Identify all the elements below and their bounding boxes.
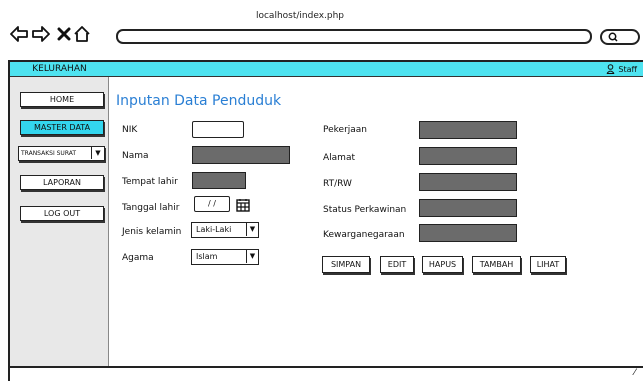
user-label: Staff <box>618 64 637 74</box>
tanggal-lahir-label: Tanggal lahir <box>122 203 180 213</box>
simpan-button[interactable]: SIMPAN <box>322 256 370 273</box>
tempat-lahir-field[interactable] <box>192 172 246 189</box>
alamat-field[interactable] <box>419 147 517 165</box>
sidebar-item-transaksi-surat[interactable]: TRANSAKSI SURAT ▼ <box>18 146 105 161</box>
sidebar-title: KELURAHAN <box>10 62 109 77</box>
status-perkawinan-field[interactable] <box>419 199 517 217</box>
sidebar-item-master-data[interactable]: MASTER DATA <box>20 120 104 135</box>
tanggal-lahir-field[interactable]: / / <box>194 196 230 212</box>
alamat-label: Alamat <box>323 153 355 163</box>
user-icon <box>606 64 615 74</box>
kewarganegaraan-label: Kewarganegaraan <box>323 230 405 240</box>
rtrw-field[interactable] <box>419 173 517 191</box>
nik-label: NIK <box>122 125 138 135</box>
nama-label: Nama <box>122 151 149 161</box>
sidebar-item-home[interactable]: HOME <box>20 92 104 107</box>
rtrw-label: RT/RW <box>323 179 352 189</box>
agama-value: Islam <box>196 252 218 261</box>
agama-select[interactable]: Islam ▼ <box>191 249 259 265</box>
tempat-lahir-label: Tempat lahir <box>122 177 178 187</box>
jenis-kelamin-value: Laki-Laki <box>196 225 232 234</box>
user-menu[interactable]: Staff <box>606 64 637 74</box>
search-button[interactable] <box>600 29 640 45</box>
close-icon[interactable] <box>55 25 73 43</box>
back-arrow-icon[interactable] <box>10 25 28 43</box>
page-title: Inputan Data Penduduk <box>116 93 282 109</box>
hapus-button[interactable]: HAPUS <box>422 256 463 273</box>
page-url-title: localhost/index.php <box>255 11 345 21</box>
jenis-kelamin-label: Jenis kelamin <box>122 227 182 237</box>
pekerjaan-label: Pekerjaan <box>323 125 368 135</box>
chevron-down-icon: ▼ <box>246 250 258 263</box>
sidebar-item-laporan[interactable]: LAPORAN <box>20 175 104 190</box>
pekerjaan-field[interactable] <box>419 121 517 139</box>
edit-button[interactable]: EDIT <box>380 256 414 273</box>
nama-field[interactable] <box>192 146 290 164</box>
resize-handle-icon[interactable]: ⁄ <box>634 368 636 378</box>
lihat-button[interactable]: LIHAT <box>530 256 566 273</box>
kewarganegaraan-field[interactable] <box>419 224 517 242</box>
forward-arrow-icon[interactable] <box>32 25 50 43</box>
nik-field[interactable] <box>192 121 244 138</box>
sidebar-item-logout[interactable]: LOG OUT <box>20 206 104 221</box>
chevron-down-icon: ▼ <box>91 147 104 159</box>
chevron-down-icon: ▼ <box>246 223 258 236</box>
calendar-icon[interactable] <box>236 197 250 216</box>
bottom-divider <box>10 366 643 368</box>
top-bar <box>109 62 643 77</box>
transaksi-surat-label: TRANSAKSI SURAT <box>21 150 77 157</box>
address-bar[interactable] <box>116 29 592 44</box>
agama-label: Agama <box>122 253 154 263</box>
status-perkawinan-label: Status Perkawinan <box>323 205 407 215</box>
search-icon <box>608 32 618 42</box>
jenis-kelamin-select[interactable]: Laki-Laki ▼ <box>191 222 259 238</box>
home-icon[interactable] <box>73 25 91 43</box>
tambah-button[interactable]: TAMBAH <box>472 256 521 273</box>
